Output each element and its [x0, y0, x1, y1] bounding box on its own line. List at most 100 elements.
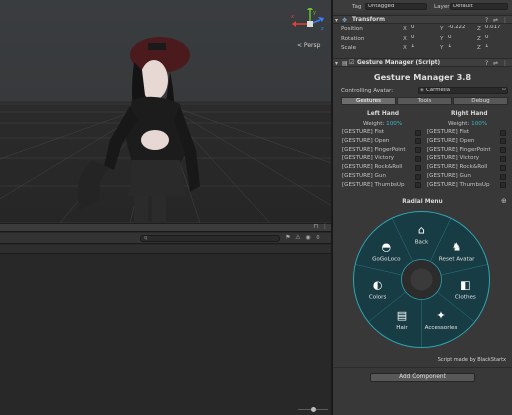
radial-item-label: GoGoLoco [372, 256, 401, 262]
script-component-header[interactable]: ▾ ▤ ☑ Gesture Manager (Script) ? ⇌ ⋮ [333, 58, 512, 67]
right-gesture-toggle[interactable] [500, 147, 506, 154]
orientation-gizmo[interactable]: x y z [288, 6, 326, 38]
left-gesture-toggle[interactable] [415, 164, 421, 171]
help-icon[interactable]: ? [485, 17, 488, 24]
right-gesture-label: [GESTURE] Victory [427, 155, 480, 162]
z-field[interactable]: 0 [483, 35, 512, 42]
left-gesture-label: [GESTURE] Victory [342, 155, 395, 162]
filter-icon[interactable]: ⚑ [284, 234, 292, 242]
tag-label: Tag [352, 4, 362, 10]
lock-icon[interactable]: ⊓ [312, 223, 320, 231]
layer-dropdown[interactable]: Default [450, 3, 508, 10]
eye-icon[interactable]: ◉ [304, 234, 312, 242]
component-menu-icon[interactable]: ⋮ [502, 17, 508, 24]
tag-dropdown[interactable]: Untagged [365, 3, 427, 10]
svg-text:z: z [321, 26, 324, 32]
right-gesture-toggle[interactable] [500, 155, 506, 162]
enabled-checkbox[interactable]: ☑ [349, 59, 354, 66]
y-field[interactable]: 0 [446, 35, 476, 42]
left-gesture-label: [GESTURE] FingerPoint [342, 146, 406, 153]
transform-header[interactable]: ▾ ✥ Transform ? ⇌ ⋮ [333, 15, 512, 24]
left-gesture-toggle[interactable] [415, 155, 421, 162]
right-gesture-toggle[interactable] [500, 173, 506, 180]
left-gesture-label: [GESTURE] Rock&Roll [342, 164, 403, 171]
credit-text: Script made by BlackStartx [437, 357, 506, 363]
console-subbar [0, 245, 331, 254]
warning-icon[interactable]: ⚠ [294, 234, 302, 242]
axis-y-label: Y [440, 45, 444, 51]
right-gesture-label: [GESTURE] Gun [427, 173, 471, 179]
y-field[interactable]: 1 [446, 44, 476, 51]
axis-z-label: Z [477, 45, 481, 51]
gesture-manager-title: Gesture Manager 3.8 [373, 72, 472, 82]
x-field[interactable]: 0 [409, 35, 439, 42]
radial-center-knob [410, 268, 433, 291]
x-field[interactable]: 0 [409, 25, 439, 32]
controlling-avatar-field[interactable]: ◈ Carmella ⊙ [418, 87, 508, 94]
gogoloco-icon: ◓ [382, 240, 392, 253]
svg-text:y: y [313, 10, 316, 16]
scene-view[interactable]: x y z < Persp [0, 0, 331, 223]
radial-item-label: Accessories [425, 325, 458, 331]
tab-tools[interactable]: Tools [397, 97, 452, 105]
console-search-input[interactable]: q [140, 235, 280, 242]
transform-title: Transform [352, 17, 386, 23]
preset-icon[interactable]: ⇌ [493, 17, 498, 24]
preset-icon[interactable]: ⇌ [493, 60, 498, 67]
left-weight-label: Weight: [363, 121, 385, 127]
left-gesture-toggle[interactable] [415, 173, 421, 180]
layer-label: Layer [434, 4, 450, 10]
left-gesture-toggle[interactable] [415, 138, 421, 145]
reset-avatar-icon: ♞ [452, 240, 462, 253]
left-gesture-toggle[interactable] [415, 182, 421, 189]
right-gesture-label: [GESTURE] ThumbsUp [427, 181, 490, 188]
foldout-arrow-icon[interactable]: ▾ [335, 60, 338, 67]
console-panel: ⊓ ⋮ q ⚑ ⚠ ◉ 0 [0, 223, 331, 415]
right-gesture-label: [GESTURE] Rock&Roll [427, 164, 488, 171]
tab-gestures[interactable]: Gestures [341, 97, 396, 105]
left-gesture-toggle[interactable] [415, 147, 421, 154]
z-field[interactable]: 1 [483, 44, 512, 51]
count-badge: 0 [316, 235, 320, 241]
perspective-label[interactable]: < Persp [297, 42, 320, 49]
right-hand-weight: Weight: 100% [448, 121, 487, 127]
right-weight-label: Weight: [448, 121, 470, 127]
help-icon[interactable]: ? [485, 60, 488, 67]
svg-text:x: x [291, 14, 294, 20]
axis-z-label: Z [477, 35, 481, 42]
right-gesture-toggle[interactable] [500, 164, 506, 171]
radial-menu[interactable]: ⌂ Back ♞ Reset Avatar ◧ Clothes ✦ Accessories ▤ H… [352, 210, 491, 349]
tab-debug[interactable]: Debug [453, 97, 508, 105]
right-gesture-label: [GESTURE] Fist [427, 129, 469, 135]
foldout-arrow-icon[interactable]: ▾ [335, 17, 338, 24]
transform-icon: ✥ [342, 17, 348, 24]
x-field[interactable]: 1 [409, 44, 439, 51]
y-field[interactable]: -0.222 [446, 25, 476, 32]
clothes-icon: ◧ [460, 279, 470, 292]
avatar-model[interactable] [0, 0, 331, 223]
axis-x-label: X [403, 35, 407, 42]
transform-row-label: Rotation [341, 35, 365, 42]
axis-y-label: Y [440, 35, 444, 42]
right-hand-title: Right Hand [451, 111, 488, 117]
radial-menu-title: Radial Menu [402, 199, 443, 205]
inspector-top-bar: Tag Untagged Layer Default [333, 0, 512, 13]
left-gesture-toggle[interactable] [415, 129, 421, 136]
right-weight-value[interactable]: 100% [471, 121, 487, 127]
right-gesture-toggle[interactable] [500, 138, 506, 145]
zoom-slider-handle[interactable] [311, 407, 316, 412]
add-component-button[interactable]: Add Component [370, 373, 475, 382]
radial-options-icon[interactable]: ⊕ [501, 197, 507, 205]
inspector-panel: Tag Untagged Layer Default ▾ ✥ Transform… [333, 0, 512, 415]
menu-icon[interactable]: ⋮ [321, 223, 329, 231]
z-field[interactable]: 0.017 [483, 25, 512, 32]
right-gesture-label: [GESTURE] FingerPoint [427, 146, 491, 153]
left-gesture-label: [GESTURE] Open [342, 137, 390, 144]
right-gesture-toggle[interactable] [500, 182, 506, 189]
right-gesture-toggle[interactable] [500, 129, 506, 136]
radial-item-hair[interactable]: ▤ Hair [396, 309, 408, 331]
object-picker-icon[interactable]: ⊙ [502, 88, 506, 92]
left-weight-value[interactable]: 100% [386, 121, 402, 127]
colors-icon: ◐ [373, 279, 383, 292]
component-menu-icon[interactable]: ⋮ [502, 60, 508, 67]
